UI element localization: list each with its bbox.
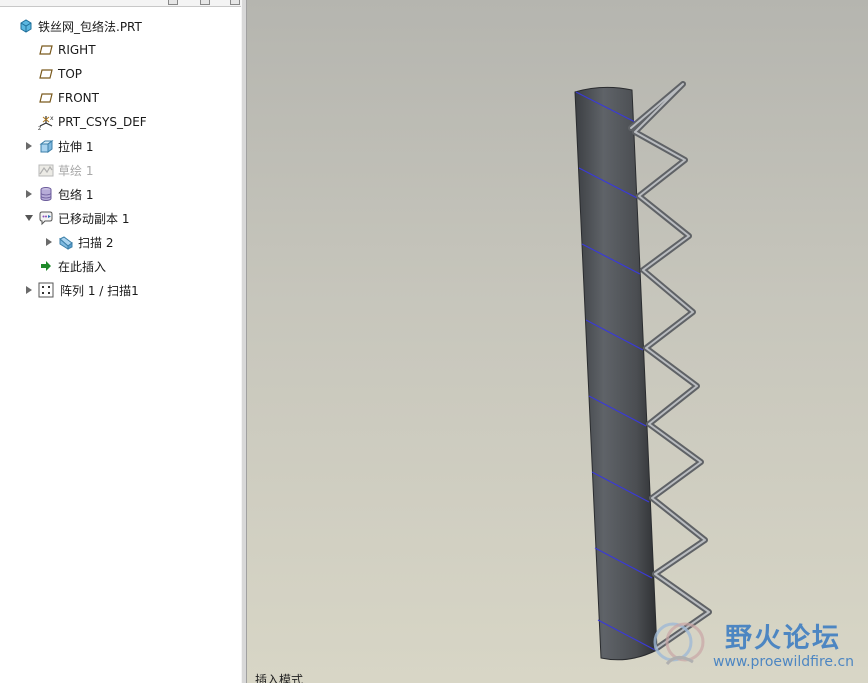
graphics-viewport[interactable]: 插入模式 野火论坛 www.proewildfire.cn (247, 0, 868, 683)
tree-item-label: 已移动副本 1 (58, 211, 130, 226)
tree-item-label: 在此插入 (58, 259, 107, 274)
expand-arrow-icon[interactable] (24, 285, 34, 295)
coordinate-system-icon: zx (38, 114, 54, 130)
tree-item-wrap[interactable]: 包络 1 (24, 184, 93, 204)
sweep-icon (58, 234, 74, 250)
insert-here-arrow-icon (38, 258, 54, 274)
tree-item-label: 拉伸 1 (58, 139, 94, 154)
tree-item-csys[interactable]: zx PRT_CSYS_DEF (38, 112, 147, 132)
tree-item-front-plane[interactable]: FRONT (38, 88, 99, 108)
tree-item-label: 阵列 1 / 扫描1 (60, 283, 139, 298)
tree-item-label: RIGHT (58, 43, 96, 57)
tree-item-right-plane[interactable]: RIGHT (38, 40, 96, 60)
tree-root-part[interactable]: 铁丝网_包络法.PRT (18, 16, 142, 36)
watermark-url: www.proewildfire.cn (713, 654, 855, 670)
extrude-icon (38, 138, 54, 154)
tree-item-moved-copy[interactable]: 已移动副本 1 (24, 208, 129, 228)
model-tree-toolbar (0, 0, 241, 7)
toolbar-stub-icon[interactable] (230, 0, 240, 5)
status-mode-text: 插入模式 (255, 673, 304, 683)
tree-item-top-plane[interactable]: TOP (38, 64, 82, 84)
tree-item-pattern[interactable]: 阵列 1 / 扫描1 (24, 280, 139, 300)
tree-item-label: TOP (58, 67, 83, 81)
tree-item-insert-here[interactable]: 在此插入 (38, 256, 106, 276)
expand-arrow-icon[interactable] (24, 189, 34, 199)
toolbar-stub-icon[interactable] (168, 0, 178, 5)
forum-watermark: 野火论坛 www.proewildfire.cn (647, 612, 865, 678)
watermark-title: 野火论坛 (725, 623, 841, 654)
tree-item-label: 包络 1 (58, 187, 94, 202)
sketch-icon (38, 162, 54, 178)
tree-item-extrude[interactable]: 拉伸 1 (24, 136, 93, 156)
tree-item-label: PRT_CSYS_DEF (58, 115, 147, 129)
collapse-arrow-icon[interactable] (24, 213, 34, 223)
moved-copy-icon (38, 210, 54, 226)
datum-plane-icon (38, 42, 54, 58)
model-render (574, 81, 712, 661)
tree-item-label: FRONT (58, 91, 99, 105)
expand-arrow-icon[interactable] (24, 141, 34, 151)
toolbar-stub-icon[interactable] (200, 0, 210, 5)
part-icon (18, 18, 34, 34)
datum-plane-icon (38, 66, 54, 82)
tree-root-label: 铁丝网_包络法.PRT (38, 19, 142, 34)
forum-logo-icon (653, 622, 705, 666)
tree-item-sweep[interactable]: 扫描 2 (44, 232, 113, 252)
svg-text:z: z (38, 125, 41, 130)
datum-plane-icon (38, 90, 54, 106)
model-tree-panel: 铁丝网_包络法.PRT RIGHT TOP FRONT zx PRT_CSYS_… (0, 0, 242, 683)
pattern-icon (38, 282, 54, 298)
wrap-icon (38, 186, 54, 202)
tree-item-sketch[interactable]: 草绘 1 (38, 160, 93, 180)
tree-item-label: 扫描 2 (78, 235, 114, 250)
expand-arrow-icon[interactable] (44, 237, 54, 247)
tree-item-label: 草绘 1 (58, 163, 94, 178)
svg-text:x: x (50, 115, 54, 122)
